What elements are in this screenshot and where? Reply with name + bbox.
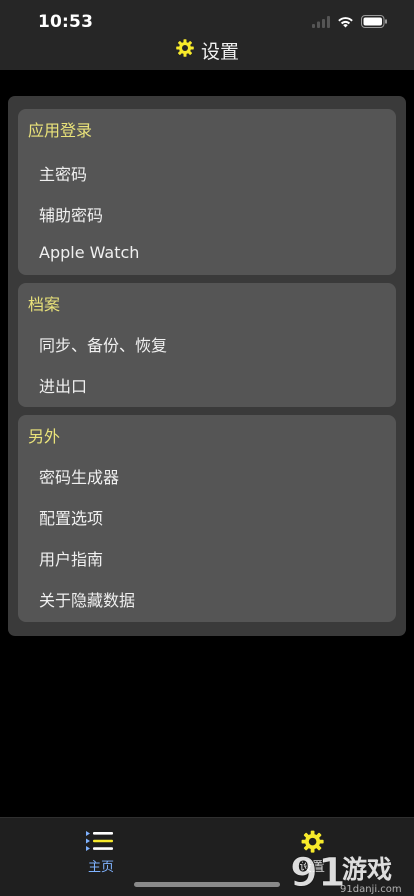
watermark-logo: 91 游戏 91danji.com <box>288 842 414 896</box>
wifi-icon <box>337 13 354 32</box>
section-title: 应用登录 <box>28 121 93 140</box>
watermark-numeral: 91 <box>290 850 346 896</box>
settings-panel: 应用登录 主密码 辅助密码 Apple Watch 档案 同步、备份、恢复 进出… <box>8 96 406 636</box>
menu-item-secondary-password[interactable]: 辅助密码 <box>39 202 103 226</box>
menu-item-user-guide[interactable]: 用户指南 <box>39 546 103 570</box>
list-icon <box>83 828 119 856</box>
status-time: 10:53 <box>38 12 94 32</box>
signal-icon <box>312 13 330 32</box>
menu-item-configuration-options[interactable]: 配置选项 <box>39 505 103 529</box>
section-title: 档案 <box>28 295 61 314</box>
section-archive: 档案 同步、备份、恢复 进出口 <box>18 283 396 407</box>
settings-screen: 10:53 设置 应用登录 主密码 辅助密码 Apple Watch 档案 同步… <box>0 0 414 896</box>
menu-item-about-hidden-data[interactable]: 关于隐藏数据 <box>39 587 135 611</box>
status-icons <box>312 14 388 30</box>
top-bar: 10:53 设置 <box>0 0 414 70</box>
section-app-login: 应用登录 主密码 辅助密码 Apple Watch <box>18 109 396 275</box>
watermark-brand: 游戏 <box>342 855 392 884</box>
section-other: 另外 密码生成器 配置选项 用户指南 关于隐藏数据 <box>18 415 396 622</box>
menu-item-master-password[interactable]: 主密码 <box>39 161 87 185</box>
menu-item-password-generator[interactable]: 密码生成器 <box>39 464 119 488</box>
section-title: 另外 <box>28 427 61 446</box>
menu-item-apple-watch[interactable]: Apple Watch <box>39 243 139 262</box>
tab-home[interactable]: 主页 <box>61 826 141 878</box>
watermark-url: 91danji.com <box>340 884 402 895</box>
page-title: 设置 <box>200 40 239 63</box>
battery-icon <box>361 13 388 32</box>
tab-home-label: 主页 <box>87 860 114 875</box>
menu-item-import-export[interactable]: 进出口 <box>39 373 87 397</box>
nav-title: 设置 <box>0 36 414 64</box>
menu-item-sync-backup-restore[interactable]: 同步、备份、恢复 <box>39 332 167 356</box>
gear-icon <box>175 38 195 62</box>
home-indicator[interactable] <box>134 882 280 887</box>
